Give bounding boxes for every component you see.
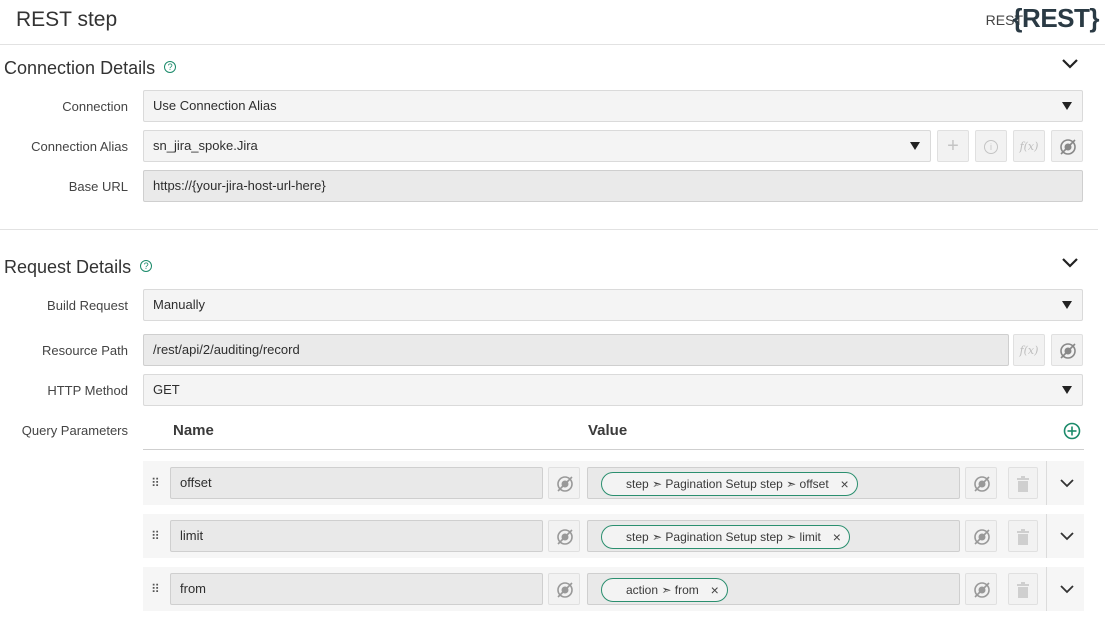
dropdown-arrow-icon <box>1062 386 1072 394</box>
add-connection-alias-button[interactable]: + <box>937 130 969 162</box>
delete-row-button[interactable] <box>1008 520 1038 552</box>
section-divider <box>0 229 1098 230</box>
data-pill-label: step ➣ Pagination Setup step ➣ offset <box>626 477 829 491</box>
build-request-label: Build Request <box>47 298 128 313</box>
data-pill[interactable]: step ➣ Pagination Setup step ➣ offset × <box>601 472 858 496</box>
rest-logo: {REST} <box>1012 3 1099 33</box>
query-parameter-value-input[interactable]: action ➣ from × <box>587 573 960 605</box>
value-pill-toggle-button[interactable] <box>965 573 997 605</box>
request-details-title: Request Details ? <box>4 257 153 278</box>
connection-select-value: Use Connection Alias <box>153 98 277 113</box>
query-parameters-header: Name Value <box>143 420 1084 450</box>
value-pill-toggle-button[interactable] <box>965 520 997 552</box>
build-request-value: Manually <box>153 297 206 312</box>
data-pill[interactable]: step ➣ Pagination Setup step ➣ limit × <box>601 525 850 549</box>
query-parameter-row: ⠿ limit step ➣ Pagination Setup step ➣ l… <box>143 514 1084 558</box>
expand-row-chevron-down-icon[interactable] <box>1059 477 1075 489</box>
connection-details-collapse-chevron-icon[interactable] <box>1061 58 1079 70</box>
data-pill-toggle-icon <box>974 582 990 598</box>
connection-info-button[interactable]: i <box>975 130 1007 162</box>
data-pill-toggle-icon <box>557 476 573 492</box>
remove-pill-close-icon[interactable]: × <box>711 579 719 601</box>
data-pill-toggle-icon <box>557 582 573 598</box>
connection-details-title-text: Connection Details <box>4 58 156 78</box>
query-parameter-name-input[interactable]: offset <box>170 467 543 499</box>
name-column-header: Name <box>173 422 214 439</box>
value-pill-toggle-button[interactable] <box>965 467 997 499</box>
remove-pill-close-icon[interactable]: × <box>833 526 841 548</box>
page-title: REST step <box>16 8 118 31</box>
info-icon: i <box>984 140 998 154</box>
name-pill-toggle-button[interactable] <box>548 520 580 552</box>
connection-select[interactable]: Use Connection Alias <box>143 90 1083 122</box>
dropdown-arrow-icon <box>1062 301 1072 309</box>
trash-icon <box>1017 582 1029 598</box>
http-method-label: HTTP Method <box>47 383 128 398</box>
connection-label: Connection <box>62 99 128 114</box>
data-pill-toggle-icon <box>974 476 990 492</box>
plus-icon: + <box>947 135 959 157</box>
query-parameters-label: Query Parameters <box>21 423 128 438</box>
data-pill-toggle-icon <box>557 529 573 545</box>
expand-row-chevron-down-icon[interactable] <box>1059 583 1075 595</box>
help-icon[interactable]: ? <box>164 61 177 74</box>
connection-alias-value: sn_jira_spoke.Jira <box>153 138 258 153</box>
value-column-header: Value <box>588 422 628 439</box>
base-url-label: Base URL <box>68 179 128 194</box>
resource-path-fx-button[interactable]: f(x) <box>1013 334 1045 366</box>
trash-icon <box>1017 529 1029 545</box>
resource-path-label: Resource Path <box>42 343 128 358</box>
drag-handle-icon[interactable]: ⠿ <box>151 581 161 597</box>
delete-row-button[interactable] <box>1008 467 1038 499</box>
http-method-select[interactable]: GET <box>143 374 1083 406</box>
resource-path-pill-toggle-button[interactable] <box>1051 334 1083 366</box>
expand-row-chevron-down-icon[interactable] <box>1059 530 1075 542</box>
fx-icon: f(x) <box>1019 140 1039 153</box>
data-pill-label: action ➣ from <box>626 583 699 597</box>
connection-alias-select[interactable]: sn_jira_spoke.Jira <box>143 130 931 162</box>
row-separator <box>1046 567 1047 611</box>
remove-pill-close-icon[interactable]: × <box>841 473 849 495</box>
drag-handle-icon[interactable]: ⠿ <box>151 475 161 491</box>
query-parameter-value-input[interactable]: step ➣ Pagination Setup step ➣ limit × <box>587 520 960 552</box>
connection-alias-pill-toggle-button[interactable] <box>1051 130 1083 162</box>
data-pill-toggle-icon <box>1060 139 1076 155</box>
request-details-collapse-chevron-icon[interactable] <box>1061 257 1079 269</box>
connection-alias-fx-button[interactable]: f(x) <box>1013 130 1045 162</box>
name-pill-toggle-button[interactable] <box>548 573 580 605</box>
help-icon[interactable]: ? <box>140 260 153 273</box>
query-parameter-row: ⠿ offset step ➣ Pagination Setup step ➣ … <box>143 461 1084 505</box>
row-separator <box>1046 461 1047 505</box>
connection-details-title: Connection Details ? <box>4 58 177 79</box>
build-request-select[interactable]: Manually <box>143 289 1083 321</box>
name-pill-toggle-button[interactable] <box>548 467 580 499</box>
query-parameter-row: ⠿ from action ➣ from × <box>143 567 1084 611</box>
data-pill[interactable]: action ➣ from × <box>601 578 728 602</box>
request-details-title-text: Request Details <box>4 257 132 277</box>
add-query-parameter-plus-icon[interactable] <box>1063 422 1081 440</box>
fx-icon: f(x) <box>1019 344 1039 357</box>
query-parameter-name-input[interactable]: limit <box>170 520 543 552</box>
connection-alias-label: Connection Alias <box>31 139 128 154</box>
drag-handle-icon[interactable]: ⠿ <box>151 528 161 544</box>
http-method-value: GET <box>153 382 180 397</box>
row-separator <box>1046 514 1047 558</box>
base-url-input[interactable]: https://{your-jira-host-url-here} <box>143 170 1083 202</box>
data-pill-toggle-icon <box>1060 343 1076 359</box>
query-parameter-name-input[interactable]: from <box>170 573 543 605</box>
trash-icon <box>1017 476 1029 492</box>
dropdown-arrow-icon <box>1062 102 1072 110</box>
query-parameter-value-input[interactable]: step ➣ Pagination Setup step ➣ offset × <box>587 467 960 499</box>
data-pill-toggle-icon <box>974 529 990 545</box>
delete-row-button[interactable] <box>1008 573 1038 605</box>
dropdown-arrow-icon <box>910 142 920 150</box>
data-pill-label: step ➣ Pagination Setup step ➣ limit <box>626 530 821 544</box>
resource-path-input[interactable]: /rest/api/2/auditing/record <box>143 334 1009 366</box>
page-header: REST step REST {REST} <box>0 0 1105 45</box>
